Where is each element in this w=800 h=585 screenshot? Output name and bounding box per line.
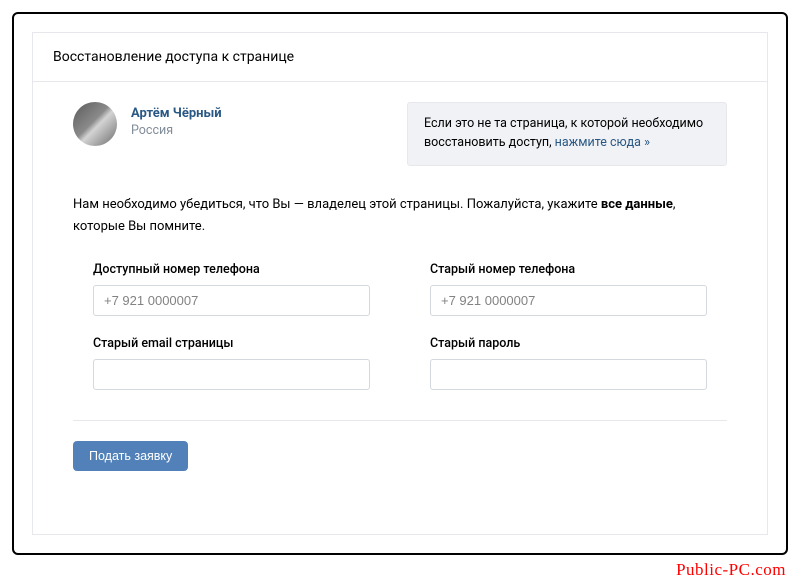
user-row: Артём Чёрный Россия Если это не та стран… [73,102,727,166]
divider [73,420,727,421]
available-phone-label: Доступный номер телефона [93,262,370,277]
click-here-link[interactable]: нажмите сюда » [555,135,650,150]
watermark: Public-PC.com [676,560,786,580]
wrong-page-infobox: Если это не та страница, к которой необх… [407,102,727,166]
recovery-card: Восстановление доступа к странице Артём … [32,32,768,535]
avatar [73,102,117,146]
old-email-input[interactable] [93,359,370,390]
old-phone-input[interactable] [430,285,707,316]
available-phone-field: Доступный номер телефона [93,262,370,316]
submit-button[interactable]: Подать заявку [73,441,188,471]
card-header: Восстановление доступа к странице [33,33,767,82]
available-phone-input[interactable] [93,285,370,316]
old-email-label: Старый email страницы [93,336,370,351]
old-email-field: Старый email страницы [93,336,370,390]
old-phone-label: Старый номер телефона [430,262,707,277]
card-body: Артём Чёрный Россия Если это не та стран… [33,82,767,534]
old-password-label: Старый пароль [430,336,707,351]
form-grid: Доступный номер телефона Старый номер те… [73,262,727,390]
old-password-field: Старый пароль [430,336,707,390]
user-name[interactable]: Артём Чёрный [131,106,222,121]
user-location: Россия [131,123,222,138]
old-password-input[interactable] [430,359,707,390]
user-text: Артём Чёрный Россия [131,102,222,138]
old-phone-field: Старый номер телефона [430,262,707,316]
page-title: Восстановление доступа к странице [53,49,747,65]
instruction-text: Нам необходимо убедиться, что Вы — владе… [73,194,727,238]
